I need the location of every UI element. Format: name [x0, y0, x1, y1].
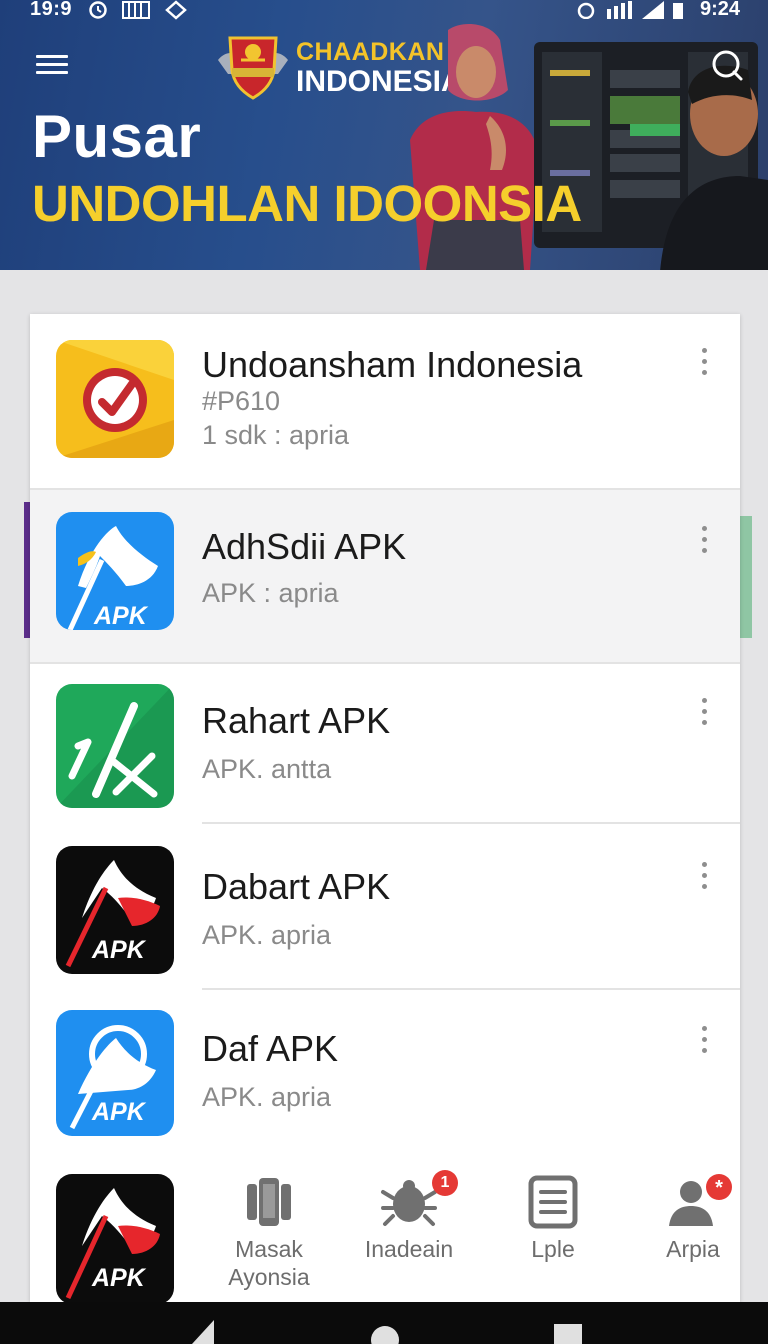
selection-accent-right	[740, 516, 752, 638]
home-icon[interactable]	[370, 1324, 400, 1344]
apk-badge-text: APK	[92, 936, 145, 964]
blue-apk-app-icon: APK	[56, 512, 174, 630]
app-subtitle: APK : apria	[202, 578, 339, 608]
app-list-card: Undoansham Indonesia #P610 1 sdk : apria…	[30, 314, 740, 1302]
clock-icon	[89, 1, 107, 19]
green-app-icon	[56, 684, 174, 808]
hero-banner: 19:9 9:24 CHAADKAN INDONESIA Pusar UNDOH…	[0, 0, 768, 270]
phone-icon	[247, 1178, 291, 1226]
more-options-icon[interactable]	[696, 348, 712, 384]
app-name: AdhSdii APK	[202, 526, 407, 567]
red-check-app-icon	[56, 340, 174, 458]
nav-item-inadeain[interactable]: 1 Inadeain	[342, 1154, 476, 1302]
man-illustration	[660, 65, 768, 270]
black-apk-app-icon: APK	[56, 1174, 174, 1302]
battery-icon	[673, 3, 683, 19]
black-apk-app-icon: APK	[56, 846, 174, 974]
app-meta: 1 sdk : apria	[202, 420, 350, 450]
app-name: Undoansham Indonesia	[202, 344, 583, 385]
piano-icon	[122, 1, 150, 19]
notification-app-icon	[165, 0, 187, 20]
list-item[interactable]: Undoansham Indonesia #P610 1 sdk : apria	[30, 314, 740, 488]
app-subtitle: APK. apria	[202, 1082, 332, 1112]
hero-subtitle: UNDOHLAN IDOONSIA	[32, 175, 582, 232]
bug-icon	[381, 1180, 437, 1226]
nav-item-arpia[interactable]: * Arpia	[626, 1154, 740, 1302]
more-options-icon[interactable]	[696, 698, 712, 734]
app-name: Dabart APK	[202, 866, 391, 907]
notification-badge: *	[706, 1174, 732, 1200]
system-navigation-bar	[0, 1302, 768, 1344]
alarm-icon	[577, 2, 595, 19]
notification-badge: 1	[432, 1170, 458, 1196]
list-item[interactable]: APK AdhSdii APK APK : apria	[30, 490, 740, 662]
more-options-icon[interactable]	[696, 1026, 712, 1062]
search-icon[interactable]	[708, 48, 744, 84]
crest-logo-icon	[218, 36, 288, 100]
status-time-left: 19:9	[30, 0, 73, 20]
more-options-icon[interactable]	[696, 526, 712, 562]
signal-bars-icon	[607, 1, 632, 19]
cell-signal-icon	[642, 1, 664, 19]
apk-badge-text: APK	[94, 602, 147, 630]
nav-label: Masak Ayonsia	[228, 1236, 310, 1290]
bottom-navigation: Masak Ayonsia 1 Inadeain Lple * Arpia	[202, 1154, 740, 1302]
back-icon[interactable]	[188, 1320, 216, 1344]
apk-badge-text: APK	[92, 1264, 145, 1292]
nav-item-lple[interactable]: Lple	[486, 1154, 620, 1302]
list-item[interactable]: APK Daf APK APK. apria	[30, 990, 740, 1154]
app-name: Rahart APK	[202, 700, 391, 741]
more-options-icon[interactable]	[696, 862, 712, 898]
nav-label: Inadeain	[364, 1236, 454, 1262]
status-time-right: 9:24	[699, 0, 740, 20]
list-item[interactable]: APK Dabart APK APK. apria	[30, 824, 740, 988]
app-name: Daf APK	[202, 1028, 339, 1069]
app-subtitle: #P610	[202, 386, 281, 416]
app-subtitle: APK. apria	[202, 920, 332, 950]
list-item[interactable]: Rahart APK APK. antta	[30, 664, 740, 822]
hero-title: Pusar	[32, 103, 202, 170]
status-bar: 19:9 9:24	[0, 0, 768, 22]
nav-label: Lple	[531, 1236, 575, 1262]
nav-label: Arpia	[666, 1236, 720, 1262]
recents-icon[interactable]	[554, 1324, 582, 1344]
nav-item-masak-ayonsia[interactable]: Masak Ayonsia	[202, 1154, 336, 1302]
menu-icon[interactable]	[36, 55, 68, 77]
apk-badge-text: APK	[92, 1098, 145, 1126]
blue-apk-app-icon: APK	[56, 1010, 174, 1136]
app-subtitle: APK. antta	[202, 754, 332, 784]
list-icon	[528, 1175, 578, 1229]
